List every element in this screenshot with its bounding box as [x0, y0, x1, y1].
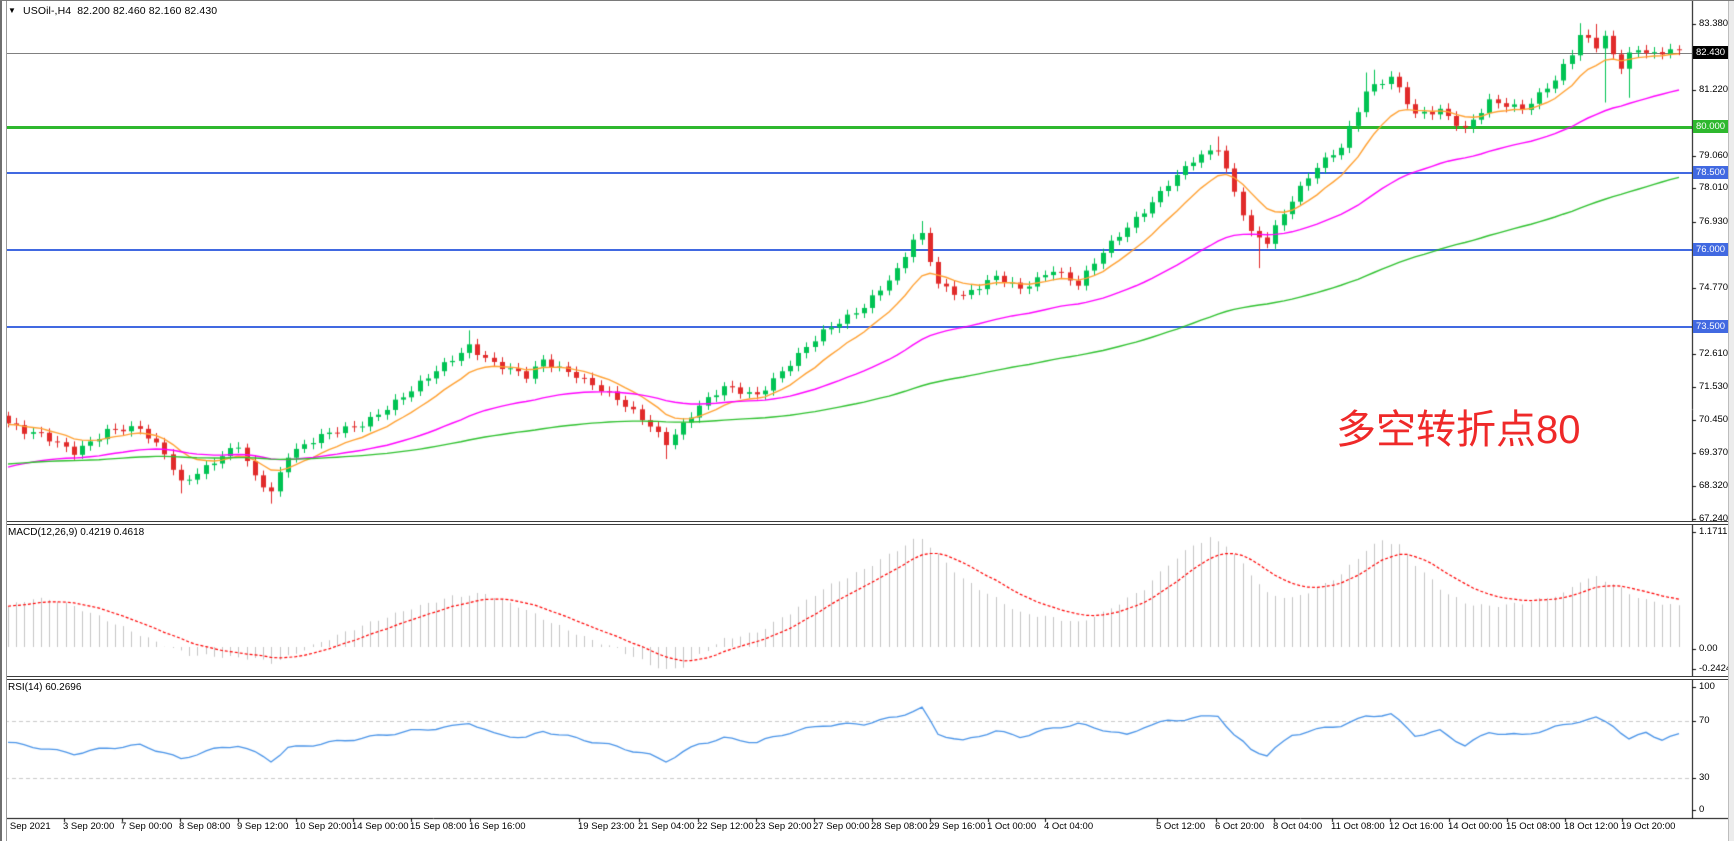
rsi-axis-label-30: 30 [1699, 772, 1710, 783]
time-axis-label: 1 Oct 00:00 [987, 821, 1036, 832]
time-axis-label: 3 Sep 20:00 [63, 821, 114, 832]
price-level-line-80[interactable] [5, 126, 1692, 129]
time-axis-label: 28 Sep 08:00 [871, 821, 928, 832]
time-axis-label: 8 Sep 08:00 [179, 821, 230, 832]
time-axis-label: 18 Oct 12:00 [1564, 821, 1618, 832]
rsi-panel[interactable] [0, 679, 1734, 818]
window-right-border [1728, 1, 1734, 841]
rsi-axis-label-70: 70 [1699, 715, 1710, 726]
ohlc-high: 82.460 [113, 5, 146, 17]
time-axis-label: 5 Oct 12:00 [1156, 821, 1205, 832]
price-axis-tick-76.930: 76.930 [1699, 216, 1728, 227]
rsi-axis-label-100: 100 [1699, 681, 1715, 692]
time-axis-label: 21 Sep 04:00 [638, 821, 695, 832]
time-axis-label: 14 Sep 00:00 [352, 821, 409, 832]
time-axis-label: 6 Oct 20:00 [1215, 821, 1264, 832]
time-axis-label: 2 Sep 2021 [2, 821, 51, 832]
macd-axis-label--0.2424: -0.2424 [1699, 663, 1731, 674]
symbol-info-bar: ▼ USOil-,H4 82.200 82.460 82.160 82.430 [8, 5, 217, 17]
panel-splitter-1[interactable] [0, 521, 1734, 525]
price-level-line-73.5[interactable] [5, 326, 1692, 328]
macd-label: MACD(12,26,9) 0.4219 0.4618 [8, 527, 144, 538]
rsi-label: RSI(14) 60.2696 [8, 682, 81, 693]
price-axis-tick-74.770: 74.770 [1699, 282, 1728, 293]
time-axis-label: 23 Sep 20:00 [755, 821, 812, 832]
time-axis-label: 10 Sep 20:00 [295, 821, 352, 832]
price-axis-tick-72.610: 72.610 [1699, 348, 1728, 359]
macd-main-value: 0.4219 [80, 527, 111, 538]
time-axis-label: 19 Oct 20:00 [1621, 821, 1675, 832]
time-axis-label: 15 Sep 08:00 [410, 821, 467, 832]
ohlc-open: 82.200 [77, 5, 110, 17]
time-axis-label: 19 Sep 23:00 [578, 821, 635, 832]
macd-axis-label-0.00: 0.00 [1699, 643, 1718, 654]
time-axis-label: 8 Oct 04:00 [1273, 821, 1322, 832]
price-axis-tick-79.060: 79.060 [1699, 150, 1728, 161]
time-axis-label: 7 Sep 00:00 [121, 821, 172, 832]
symbol-dropdown-icon[interactable]: ▼ [8, 6, 16, 15]
price-level-line-76[interactable] [5, 249, 1692, 251]
price-axis-tick-83.380: 83.380 [1699, 18, 1728, 29]
symbol-name: USOil-,H4 [23, 5, 71, 17]
time-axis-label: 9 Sep 12:00 [237, 821, 288, 832]
macd-panel[interactable] [0, 524, 1734, 676]
macd-signal-value: 0.4618 [114, 527, 145, 538]
panel-splitter-2[interactable] [0, 676, 1734, 680]
trading-chart-window: ▼ USOil-,H4 82.200 82.460 82.160 82.430 多… [0, 0, 1734, 841]
rsi-value: 60.2696 [45, 682, 81, 693]
window-left-border [0, 1, 7, 841]
price-axis-tick-67.240: 67.240 [1699, 513, 1728, 524]
price-axis-tick-68.320: 68.320 [1699, 480, 1728, 491]
price-axis-tick-81.220: 81.220 [1699, 84, 1728, 95]
price-level-line-78.5[interactable] [5, 172, 1692, 174]
ohlc-close: 82.430 [184, 5, 217, 17]
time-axis-label: 15 Oct 08:00 [1506, 821, 1560, 832]
price-axis-tick-69.370: 69.370 [1699, 447, 1728, 458]
macd-title: MACD(12,26,9) [8, 527, 77, 538]
ohlc-low: 82.160 [149, 5, 182, 17]
macd-axis-label-1.1711: 1.1711 [1699, 526, 1727, 537]
price-axis-tick-70.450: 70.450 [1699, 414, 1728, 425]
annotation-text[interactable]: 多空转折点80 [1336, 397, 1581, 455]
time-axis-label: 27 Sep 00:00 [813, 821, 870, 832]
rsi-title: RSI(14) [8, 682, 42, 693]
time-axis-label: 11 Oct 08:00 [1331, 821, 1385, 832]
time-axis-label: 12 Oct 16:00 [1389, 821, 1443, 832]
time-axis-label: 4 Oct 04:00 [1044, 821, 1093, 832]
time-axis-label: 16 Sep 16:00 [469, 821, 526, 832]
time-axis-label: 22 Sep 12:00 [697, 821, 754, 832]
time-axis-label: 14 Oct 00:00 [1448, 821, 1502, 832]
current-price-line [5, 53, 1692, 54]
price-axis-tick-78.010: 78.010 [1699, 182, 1728, 193]
price-axis-tick-71.530: 71.530 [1699, 381, 1728, 392]
rsi-axis-label-0: 0 [1699, 804, 1704, 815]
time-axis-label: 29 Sep 16:00 [929, 821, 986, 832]
